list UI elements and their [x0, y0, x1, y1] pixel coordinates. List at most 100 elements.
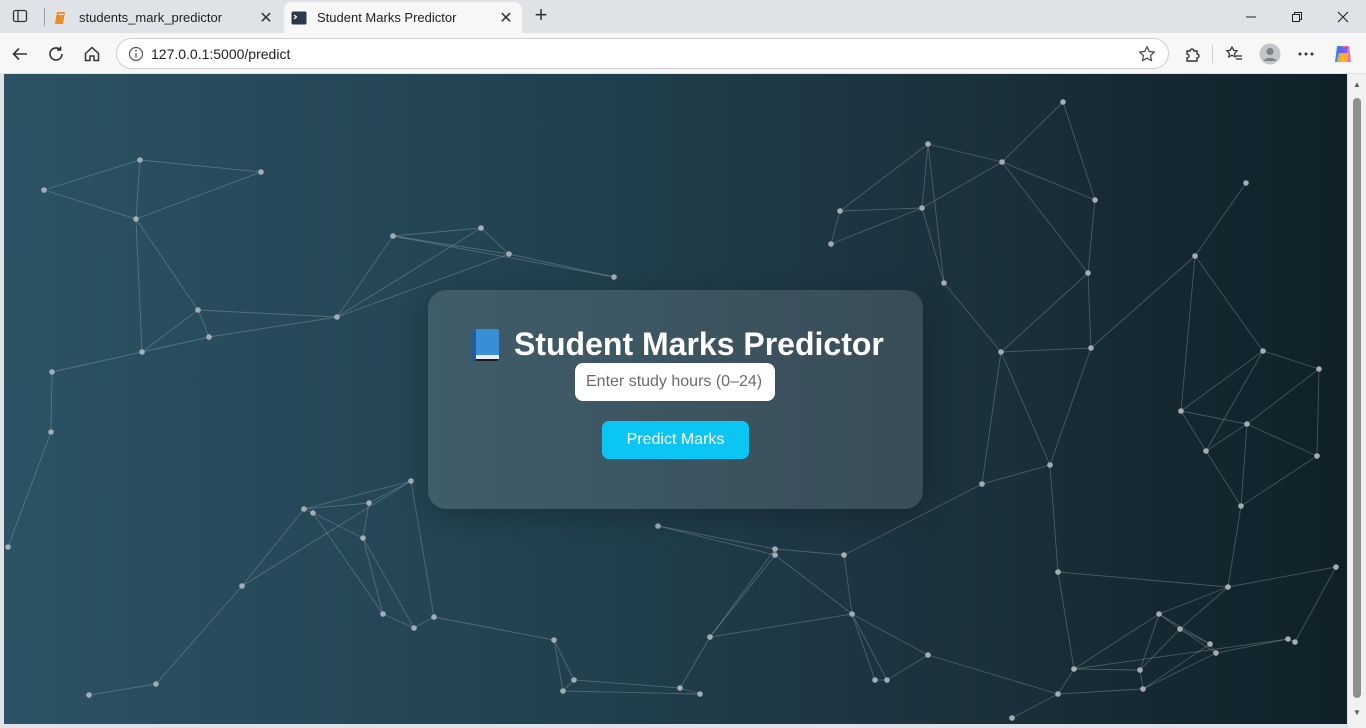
network-edge	[433, 616, 555, 641]
network-edge	[981, 351, 1002, 485]
network-node	[1213, 650, 1219, 656]
network-edge	[1316, 368, 1320, 457]
profile-button[interactable]	[1256, 40, 1284, 68]
network-edge	[1180, 255, 1196, 412]
extensions-button[interactable]	[1179, 40, 1207, 68]
network-node	[837, 208, 843, 214]
network-node	[941, 280, 947, 286]
home-button[interactable]	[78, 40, 106, 68]
network-node	[1055, 691, 1061, 697]
network-node	[1292, 639, 1298, 645]
network-node	[1285, 636, 1291, 642]
network-edge	[1049, 464, 1059, 573]
network-node	[48, 429, 54, 435]
favorites-button[interactable]	[1220, 40, 1248, 68]
copilot-button[interactable]	[1329, 40, 1357, 68]
reload-button[interactable]	[42, 40, 70, 68]
network-node	[1047, 462, 1053, 468]
scrollbar-thumb[interactable]	[1353, 98, 1361, 698]
study-hours-input[interactable]	[575, 363, 775, 401]
network-node	[390, 233, 396, 239]
scroll-up-icon[interactable]: ▲	[1352, 80, 1362, 90]
network-node	[1260, 348, 1266, 354]
network-edge	[1062, 101, 1096, 201]
network-edge	[508, 253, 615, 278]
close-tab-icon[interactable]: ✕	[256, 8, 276, 28]
network-node	[137, 157, 143, 163]
network-edge	[1000, 347, 1092, 353]
network-edge	[1194, 255, 1264, 352]
network-edge	[1240, 455, 1318, 507]
network-node	[334, 314, 340, 320]
network-node	[655, 523, 661, 529]
network-node	[195, 307, 201, 313]
tab-student-marks-predictor[interactable]: Student Marks Predictor ✕	[284, 2, 522, 33]
avatar-icon	[1259, 43, 1281, 65]
tab-title: students_mark_predictor	[79, 10, 223, 25]
tab-actions-button[interactable]	[8, 5, 32, 27]
network-node	[139, 349, 145, 355]
network-edge	[1246, 368, 1320, 425]
site-info-icon[interactable]	[121, 46, 151, 62]
network-edge	[368, 480, 412, 504]
minimize-button[interactable]	[1228, 0, 1274, 33]
network-edge	[562, 690, 701, 695]
network-edge	[943, 282, 1002, 353]
network-edge	[1227, 505, 1242, 588]
network-edge	[362, 537, 384, 615]
network-edge	[392, 235, 510, 255]
network-node	[1244, 421, 1250, 427]
network-node	[1177, 626, 1183, 632]
vertical-scrollbar[interactable]: ▲ ▼	[1348, 74, 1366, 728]
network-node	[153, 681, 159, 687]
network-edge	[553, 639, 575, 681]
new-tab-button[interactable]: +	[530, 2, 552, 27]
url-text[interactable]: 127.0.0.1:5000/predict	[151, 46, 1132, 62]
close-window-button[interactable]	[1320, 0, 1366, 33]
close-tab-icon[interactable]: ✕	[496, 8, 516, 28]
network-edge	[1001, 161, 1096, 201]
scroll-down-icon[interactable]: ▼	[1352, 708, 1362, 718]
network-edge	[1240, 423, 1248, 507]
network-edge	[1294, 566, 1337, 643]
network-edge	[88, 683, 157, 696]
network-edge	[657, 525, 776, 556]
network-node	[506, 251, 512, 257]
tab-students-mark-predictor[interactable]: students_mark_predictor ✕	[46, 2, 282, 33]
network-edge	[657, 525, 776, 550]
more-menu-button[interactable]	[1292, 40, 1320, 68]
network-edge	[679, 687, 701, 695]
network-node	[998, 349, 1004, 355]
restore-icon	[1292, 11, 1302, 22]
tab-strip: students_mark_predictor ✕ Student Marks …	[0, 0, 1366, 33]
network-node	[1071, 666, 1077, 672]
network-edge	[1215, 638, 1289, 654]
favorite-star-icon[interactable]	[1132, 44, 1162, 63]
network-node	[925, 141, 931, 147]
network-edge	[1087, 272, 1092, 349]
network-node	[5, 544, 11, 550]
network-node	[206, 334, 212, 340]
network-node	[1243, 180, 1249, 186]
predictor-card: Student Marks Predictor Predict Marks	[428, 290, 923, 509]
network-edge	[312, 512, 384, 615]
network-node	[1009, 715, 1015, 721]
network-node	[310, 510, 316, 516]
network-edge	[1194, 182, 1247, 257]
back-button[interactable]	[6, 40, 34, 68]
network-edge	[553, 639, 564, 692]
predict-marks-button[interactable]: Predict Marks	[602, 421, 749, 459]
network-edge	[1205, 450, 1242, 507]
restore-button[interactable]	[1274, 0, 1320, 33]
network-node	[1140, 686, 1146, 692]
network-edge	[139, 159, 262, 173]
network-edge	[208, 316, 338, 338]
network-edge	[382, 613, 415, 629]
network-edge	[155, 585, 243, 685]
network-edge	[1000, 351, 1051, 466]
network-node	[551, 637, 557, 643]
network-edge	[1090, 255, 1196, 349]
network-edge	[1049, 347, 1092, 466]
address-bar[interactable]: 127.0.0.1:5000/predict	[116, 38, 1169, 69]
network-edge	[135, 159, 141, 220]
